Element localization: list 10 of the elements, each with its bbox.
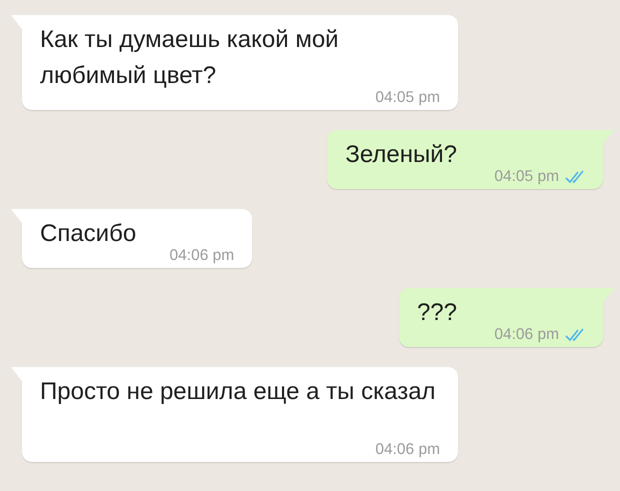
message-text: ??? — [416, 299, 457, 326]
message-time: 04:06 pm — [170, 248, 234, 264]
message-text: Как ты думаешь какой мой любимый цвет? — [40, 26, 339, 89]
message-text: Зеленый? — [345, 141, 457, 168]
message-time: 04:06 pm — [494, 327, 559, 343]
message-time: 04:05 pm — [375, 90, 440, 106]
message-text: Просто не решила еще а ты сказал — [40, 378, 436, 405]
message-text: Спасибо — [40, 220, 136, 247]
message-time: 04:06 pm — [375, 442, 440, 458]
message-time: 04:05 pm — [494, 169, 559, 185]
